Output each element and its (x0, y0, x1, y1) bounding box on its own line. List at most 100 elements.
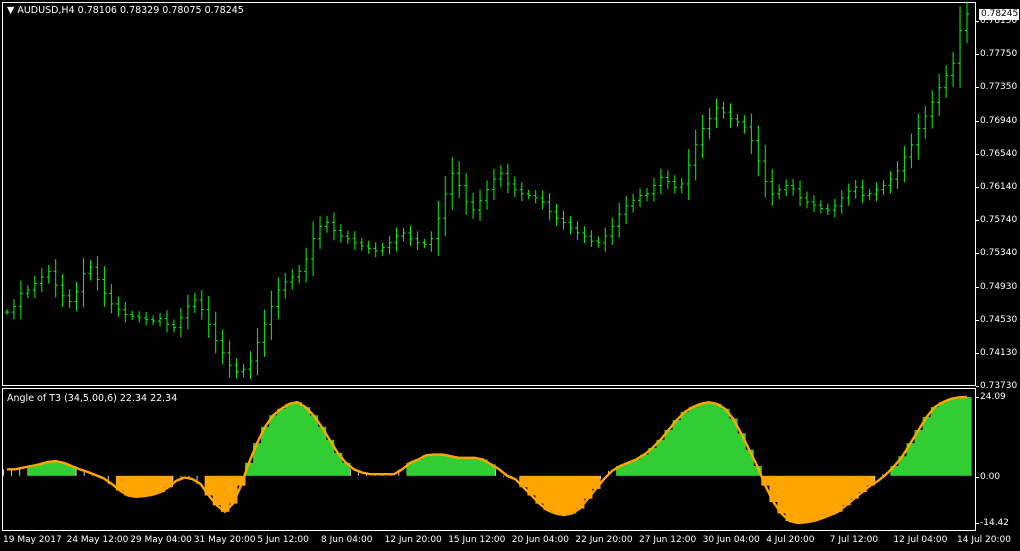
histogram-bar (930, 407, 940, 476)
price-bar (937, 73, 942, 117)
indicator-histogram (2, 397, 972, 523)
histogram-bar (874, 475, 876, 481)
indicator-scale-label: -14.42 (975, 518, 1010, 528)
histogram-bar (349, 469, 351, 476)
price-bar (158, 313, 163, 327)
price-bar (874, 182, 879, 202)
histogram-bar (664, 430, 674, 476)
price-bar (916, 113, 921, 160)
histogram-bar (938, 402, 948, 476)
histogram-bar (962, 397, 972, 476)
price-bar (631, 193, 636, 213)
histogram-bar (817, 475, 827, 519)
price-chart-panel[interactable]: ▼ AUDUSD,H4 0.78106 0.78329 0.78075 0.78… (2, 1, 976, 386)
histogram-bar (430, 454, 440, 476)
price-bar (450, 157, 455, 210)
price-bar (721, 101, 726, 119)
price-bar (359, 237, 364, 251)
time-axis[interactable]: 19 May 2017 24 May 12:00 29 May 04:00 31 Ma… (0, 532, 1020, 551)
histogram-bar (946, 398, 956, 476)
price-bar (39, 268, 44, 293)
price-bar (860, 179, 865, 204)
histogram-bar (180, 475, 182, 478)
price-bar (485, 180, 489, 210)
price-bar (422, 238, 427, 249)
histogram-bar (632, 459, 641, 476)
price-bar (707, 107, 712, 140)
price-bar (895, 161, 900, 189)
indicator-scale-label: 0.00 (975, 472, 1001, 482)
price-bar (665, 170, 670, 189)
price-bar (867, 188, 872, 201)
price-bar (276, 277, 281, 320)
time-label: 24 May 12:00 (66, 535, 129, 545)
histogram-bar (357, 472, 359, 476)
histogram-bar (495, 469, 497, 476)
ohlc-readout: 0.78106 0.78329 0.78075 0.78245 (77, 5, 244, 16)
price-bar (839, 190, 844, 214)
price-bar (241, 363, 246, 378)
price-bar (582, 226, 587, 244)
price-bar (825, 203, 830, 215)
price-bar (561, 210, 566, 230)
histogram-bar (438, 454, 448, 476)
histogram-bar (43, 462, 52, 476)
price-bar (331, 212, 336, 241)
histogram-bar (640, 454, 649, 476)
price-bar (498, 165, 503, 188)
price-bar (589, 230, 594, 247)
histogram-bar (422, 455, 432, 476)
histogram-bar (801, 475, 811, 523)
price-bar (130, 310, 135, 321)
price-bar (116, 296, 121, 317)
time-label: 12 Jun 20:00 (384, 535, 442, 545)
price-bar (881, 180, 886, 196)
price-bar (165, 310, 169, 333)
histogram-bar (704, 402, 714, 476)
price-bar (345, 230, 350, 245)
price-bar (951, 51, 956, 87)
price-bar (909, 133, 914, 169)
price-bar (297, 264, 302, 284)
price-bar (603, 227, 608, 252)
price-bar (756, 125, 761, 177)
histogram-bar (285, 403, 294, 476)
price-bar (533, 190, 538, 204)
histogram-bar (599, 475, 601, 480)
price-bar (408, 225, 413, 246)
price-bar (554, 203, 559, 227)
time-label: 12 Jul 04:00 (893, 535, 948, 545)
price-bar (853, 179, 858, 199)
histogram-bar (301, 407, 311, 476)
price-tick-label: 0.77750 (975, 49, 1018, 60)
price-bar (818, 200, 823, 214)
price-bar (617, 202, 622, 238)
price-bar (728, 103, 733, 128)
indicator-panel[interactable]: Angle of T3 (34,5.00,6) 22.34 22.34 (2, 388, 976, 531)
time-label: 22 Jun 20:00 (575, 535, 633, 545)
price-axis[interactable]: 0.78150 0.77750 0.77350 0.76940 0.76540 0.761… (975, 0, 1020, 551)
time-label: 7 Jul 12:00 (829, 535, 879, 545)
price-bar (478, 189, 483, 221)
time-label: 5 Jun 12:00 (257, 535, 309, 545)
price-bars (5, 1, 969, 379)
price-bar (109, 284, 114, 314)
price-bar (32, 275, 37, 298)
histogram-bar (825, 475, 835, 516)
price-bar (206, 295, 211, 339)
price-bar (763, 144, 768, 198)
price-bar (18, 280, 23, 320)
histogram-bar (567, 475, 577, 514)
symbol-label: AUDUSD,H4 (17, 5, 75, 16)
histogram-bar (793, 475, 803, 523)
histogram-bar (559, 475, 569, 516)
time-label: 15 Jun 12:00 (448, 535, 506, 545)
price-bar (199, 290, 204, 320)
price-bar (443, 176, 448, 236)
histogram-bar (454, 457, 464, 476)
price-bar (352, 231, 357, 251)
time-label: 14 Jul 20:00 (957, 535, 1011, 545)
price-bar (679, 178, 684, 194)
price-bar (304, 247, 309, 283)
collapse-arrow-icon[interactable]: ▼ (7, 5, 14, 16)
